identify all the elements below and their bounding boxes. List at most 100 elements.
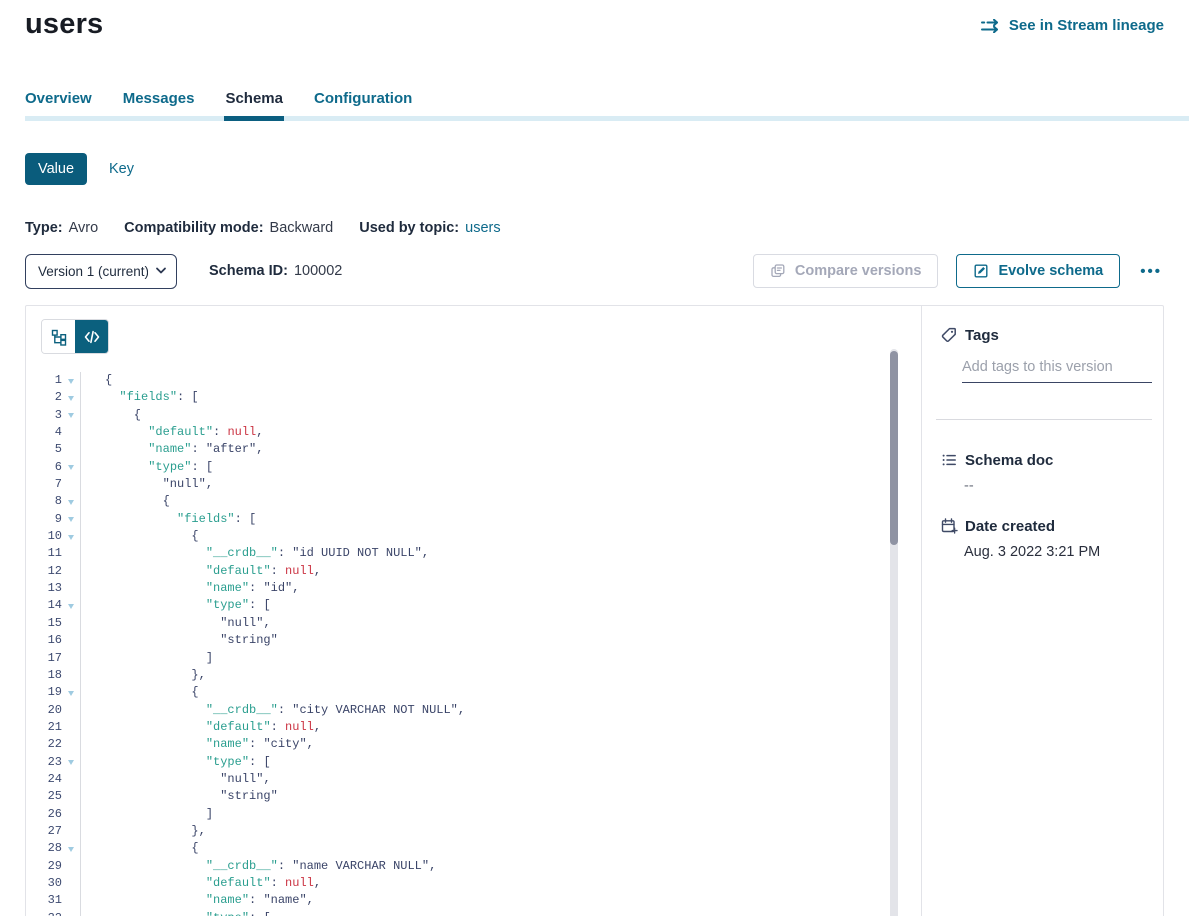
code-line: 14 "type": [ xyxy=(26,597,921,614)
line-number: 14 xyxy=(26,597,62,614)
code-text: { xyxy=(80,840,921,857)
tabbar: OverviewMessagesSchemaConfiguration xyxy=(25,90,1189,121)
fold-arrow-icon[interactable] xyxy=(62,378,80,384)
line-number: 18 xyxy=(26,667,62,684)
code-scrollbar[interactable] xyxy=(890,349,898,916)
line-number: 8 xyxy=(26,493,62,510)
fold-arrow-icon[interactable] xyxy=(62,603,80,609)
fold-arrow-icon[interactable] xyxy=(62,534,80,540)
line-number: 13 xyxy=(26,580,62,597)
version-select-wrap: Version 1 (current) xyxy=(25,254,177,289)
code-line: 26 ] xyxy=(26,806,921,823)
schema-doc-value: -- xyxy=(964,478,1152,494)
code-text: { xyxy=(80,372,921,389)
tag-icon xyxy=(940,326,958,344)
more-actions-button[interactable]: ••• xyxy=(1138,259,1164,284)
evolve-schema-button[interactable]: Evolve schema xyxy=(956,254,1120,288)
compare-versions-icon xyxy=(770,263,786,279)
line-number: 17 xyxy=(26,650,62,667)
tab-schema[interactable]: Schema xyxy=(225,90,283,121)
code-line: 31 "name": "name", xyxy=(26,892,921,909)
fold-arrow-icon[interactable] xyxy=(62,412,80,418)
code-line: 30 "default": null, xyxy=(26,875,921,892)
line-number: 29 xyxy=(26,858,62,875)
schema-page: users See in Stream lineage OverviewMess… xyxy=(0,0,1189,916)
schema-doc-header: Schema doc xyxy=(940,451,1152,469)
value-tab-button[interactable]: Value xyxy=(25,153,87,185)
fold-arrow-icon[interactable] xyxy=(62,464,80,470)
code-line: 15 "null", xyxy=(26,615,921,632)
schema-doc-title: Schema doc xyxy=(965,452,1053,469)
code-text: { xyxy=(80,493,921,510)
code-line: 23 "type": [ xyxy=(26,754,921,771)
code-text: "name": "city", xyxy=(80,736,921,753)
topic-link[interactable]: users xyxy=(465,220,500,236)
code-line: 7 "null", xyxy=(26,476,921,493)
tags-header: Tags xyxy=(940,326,1152,344)
schema-id: Schema ID: 100002 xyxy=(209,263,342,279)
line-number: 27 xyxy=(26,823,62,840)
evolve-schema-icon xyxy=(973,263,989,279)
code-lines: 1{2 "fields": [3 {4 "default": null,5 "n… xyxy=(26,372,921,916)
code-line: 28 { xyxy=(26,840,921,857)
code-view-button[interactable] xyxy=(75,320,108,353)
code-text: "string" xyxy=(80,788,921,805)
sidebar-divider xyxy=(936,419,1152,420)
meta-type: Type: Avro xyxy=(25,220,98,236)
tags-input[interactable] xyxy=(962,359,1152,383)
code-scrollbar-thumb[interactable] xyxy=(890,351,898,545)
schema-id-value: 100002 xyxy=(294,263,342,279)
line-number: 28 xyxy=(26,840,62,857)
date-created-value: Aug. 3 2022 3:21 PM xyxy=(964,544,1152,560)
line-number: 25 xyxy=(26,788,62,805)
line-number: 9 xyxy=(26,511,62,528)
calendar-plus-icon xyxy=(940,517,958,535)
line-number: 24 xyxy=(26,771,62,788)
tree-view-button[interactable] xyxy=(42,320,75,353)
fold-arrow-icon[interactable] xyxy=(62,759,80,765)
date-created-header: Date created xyxy=(940,517,1152,535)
code-line: 20 "__crdb__": "city VARCHAR NOT NULL", xyxy=(26,702,921,719)
code-line: 1{ xyxy=(26,372,921,389)
code-line: 13 "name": "id", xyxy=(26,580,921,597)
key-tab-button[interactable]: Key xyxy=(109,161,134,177)
meta-type-label: Type: xyxy=(25,220,63,236)
meta-compat-label: Compatibility mode: xyxy=(124,220,263,236)
code-text: ] xyxy=(80,650,921,667)
code-text: "type": [ xyxy=(80,597,921,614)
fold-arrow-icon[interactable] xyxy=(62,499,80,505)
code-text: "default": null, xyxy=(80,719,921,736)
code-text: "__crdb__": "id UUID NOT NULL", xyxy=(80,545,921,562)
code-text: "type": [ xyxy=(80,910,921,916)
version-select[interactable]: Version 1 (current) xyxy=(25,254,177,289)
line-number: 6 xyxy=(26,459,62,476)
code-text: "null", xyxy=(80,615,921,632)
code-line: 27 }, xyxy=(26,823,921,840)
code-text: { xyxy=(80,528,921,545)
meta-topic-label: Used by topic: xyxy=(359,220,459,236)
code-line: 8 { xyxy=(26,493,921,510)
compare-versions-label: Compare versions xyxy=(795,263,922,279)
code-text: "default": null, xyxy=(80,424,921,441)
code-text: "fields": [ xyxy=(80,511,921,528)
fold-arrow-icon[interactable] xyxy=(62,690,80,696)
code-view-icon xyxy=(83,328,101,346)
code-line: 4 "default": null, xyxy=(26,424,921,441)
fold-arrow-icon[interactable] xyxy=(62,395,80,401)
meta-type-value: Avro xyxy=(69,220,99,236)
fold-arrow-icon[interactable] xyxy=(62,516,80,522)
line-number: 22 xyxy=(26,736,62,753)
fold-arrow-icon[interactable] xyxy=(62,846,80,852)
compare-versions-button[interactable]: Compare versions xyxy=(753,254,939,288)
code-line: 2 "fields": [ xyxy=(26,389,921,406)
meta-compatibility: Compatibility mode: Backward xyxy=(124,220,333,236)
code-line: 9 "fields": [ xyxy=(26,511,921,528)
line-number: 16 xyxy=(26,632,62,649)
code-line: 17 ] xyxy=(26,650,921,667)
code-text: "type": [ xyxy=(80,459,921,476)
code-line: 3 { xyxy=(26,407,921,424)
code-line: 12 "default": null, xyxy=(26,563,921,580)
stream-lineage-link[interactable]: See in Stream lineage xyxy=(981,17,1164,34)
code-text: ] xyxy=(80,806,921,823)
tree-view-icon xyxy=(50,328,68,346)
